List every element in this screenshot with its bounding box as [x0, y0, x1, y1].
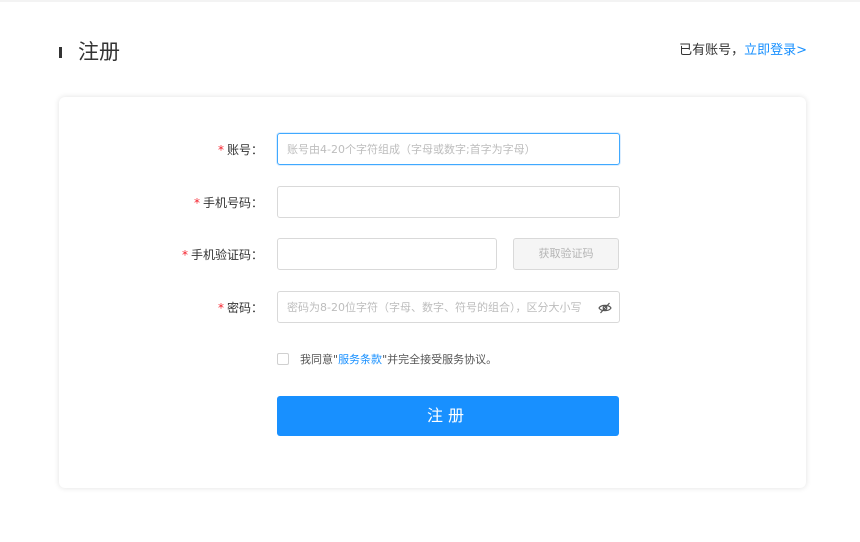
login-prompt-area: 已有账号，立即登录>: [679, 42, 807, 60]
register-submit-button[interactable]: 注册: [277, 396, 619, 436]
agreement-checkbox[interactable]: [277, 353, 289, 365]
phone-row: * 手机号码：: [59, 186, 806, 220]
sms-code-row: * 手机验证码： 获取验证码: [59, 238, 806, 272]
sms-code-label-text: 手机验证码：: [190, 248, 263, 262]
required-mark: *: [181, 248, 188, 262]
sms-code-input[interactable]: [277, 238, 497, 270]
password-row: * 密码：: [59, 291, 806, 325]
account-label-text: 账号：: [226, 143, 263, 157]
sms-code-label: * 手机验证码：: [182, 247, 263, 263]
agreement-text: 我同意"服务条款"并完全接受服务协议。: [300, 352, 497, 368]
agreement-prefix: 我同意": [300, 353, 339, 366]
phone-label-text: 手机号码：: [202, 196, 263, 210]
agreement-suffix: "并完全接受服务协议。: [382, 353, 498, 366]
account-input[interactable]: [277, 133, 620, 165]
account-row: * 账号：: [59, 133, 806, 167]
login-link[interactable]: 立即登录>: [744, 43, 807, 58]
password-label-text: 密码：: [226, 301, 263, 315]
page-header: 注册 已有账号，立即登录>: [59, 34, 807, 70]
password-label: * 密码：: [218, 300, 263, 316]
login-prompt-text: 已有账号，: [679, 43, 745, 58]
required-mark: *: [217, 143, 224, 157]
get-code-button[interactable]: 获取验证码: [513, 238, 619, 270]
account-label: * 账号：: [218, 142, 263, 158]
password-input[interactable]: [277, 291, 620, 323]
top-divider: [0, 0, 860, 2]
phone-label: * 手机号码：: [194, 195, 263, 211]
title-accent-bar: [59, 47, 62, 58]
page-title: 注册: [78, 40, 120, 64]
required-mark: *: [193, 196, 200, 210]
required-mark: *: [217, 301, 224, 315]
eye-off-icon[interactable]: [598, 300, 612, 314]
register-form-card: *账号： *手机号码： *手机验证码： 获取验证码 *密码： 我同意": [59, 97, 806, 488]
phone-input[interactable]: [277, 186, 620, 218]
terms-link[interactable]: 服务条款: [338, 353, 382, 366]
